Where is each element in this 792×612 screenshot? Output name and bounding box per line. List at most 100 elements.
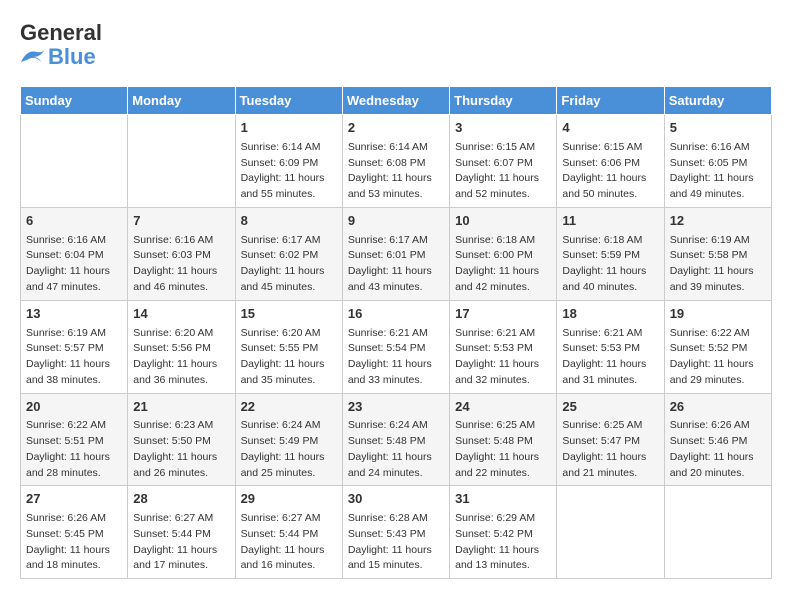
calendar-cell: 26Sunrise: 6:26 AM Sunset: 5:46 PM Dayli… xyxy=(664,393,771,486)
calendar-table: SundayMondayTuesdayWednesdayThursdayFrid… xyxy=(20,86,772,579)
calendar-cell: 14 Sunrise: 6:20 AM Sunset: 5:56 PM Dayli… xyxy=(128,300,235,393)
weekday-header: Wednesday xyxy=(342,87,449,115)
day-number: 5 xyxy=(670,119,766,138)
day-number: 28 xyxy=(133,490,229,509)
calendar-cell: 30Sunrise: 6:28 AM Sunset: 5:43 PM Dayli… xyxy=(342,486,449,579)
calendar-header-row: SundayMondayTuesdayWednesdayThursdayFrid… xyxy=(21,87,772,115)
day-number: 21 xyxy=(133,398,229,417)
day-number: 8 xyxy=(241,212,337,231)
day-info: Sunrise: 6:21 AM Sunset: 5:53 PM Dayligh… xyxy=(562,326,658,389)
day-info: Sunrise: 6:15 AM Sunset: 6:06 PM Dayligh… xyxy=(562,140,658,203)
day-number: 12 xyxy=(670,212,766,231)
calendar-cell xyxy=(664,486,771,579)
day-info: Sunrise: 6:21 AM Sunset: 5:54 PM Dayligh… xyxy=(348,326,444,389)
day-info: Sunrise: 6:27 AM Sunset: 5:44 PM Dayligh… xyxy=(241,511,337,574)
calendar-cell: 3Sunrise: 6:15 AM Sunset: 6:07 PM Daylig… xyxy=(450,115,557,208)
day-info: Sunrise: 6:29 AM Sunset: 5:42 PM Dayligh… xyxy=(455,511,551,574)
day-info: Sunrise: 6:26 AM Sunset: 5:45 PM Dayligh… xyxy=(26,511,122,574)
calendar-cell: 4Sunrise: 6:15 AM Sunset: 6:06 PM Daylig… xyxy=(557,115,664,208)
day-info: Sunrise: 6:26 AM Sunset: 5:46 PM Dayligh… xyxy=(670,418,766,481)
weekday-header: Tuesday xyxy=(235,87,342,115)
day-info: Sunrise: 6:14 AM Sunset: 6:08 PM Dayligh… xyxy=(348,140,444,203)
calendar-week-row: 13 Sunrise: 6:19 AM Sunset: 5:57 PM Dayli… xyxy=(21,300,772,393)
day-info: Sunrise: 6:16 AM Sunset: 6:04 PM Dayligh… xyxy=(26,233,122,296)
day-number: 10 xyxy=(455,212,551,231)
day-info: Sunrise: 6:19 AM Sunset: 5:58 PM Dayligh… xyxy=(670,233,766,296)
calendar-cell: 5 Sunrise: 6:16 AM Sunset: 6:05 PM Daylig… xyxy=(664,115,771,208)
calendar-cell xyxy=(128,115,235,208)
day-info: Sunrise: 6:19 AM Sunset: 5:57 PM Dayligh… xyxy=(26,326,122,389)
day-info: Sunrise: 6:16 AM Sunset: 6:05 PM Dayligh… xyxy=(670,140,766,203)
day-number: 19 xyxy=(670,305,766,324)
calendar-cell: 25Sunrise: 6:25 AM Sunset: 5:47 PM Dayli… xyxy=(557,393,664,486)
calendar-cell: 24Sunrise: 6:25 AM Sunset: 5:48 PM Dayli… xyxy=(450,393,557,486)
day-number: 14 xyxy=(133,305,229,324)
bird-icon xyxy=(20,48,46,66)
day-info: Sunrise: 6:17 AM Sunset: 6:01 PM Dayligh… xyxy=(348,233,444,296)
calendar-cell: 8 Sunrise: 6:17 AM Sunset: 6:02 PM Daylig… xyxy=(235,207,342,300)
day-number: 25 xyxy=(562,398,658,417)
calendar-cell: 22Sunrise: 6:24 AM Sunset: 5:49 PM Dayli… xyxy=(235,393,342,486)
weekday-header: Sunday xyxy=(21,87,128,115)
day-info: Sunrise: 6:21 AM Sunset: 5:53 PM Dayligh… xyxy=(455,326,551,389)
day-number: 15 xyxy=(241,305,337,324)
calendar-week-row: 1 Sunrise: 6:14 AM Sunset: 6:09 PM Daylig… xyxy=(21,115,772,208)
calendar-cell: 21Sunrise: 6:23 AM Sunset: 5:50 PM Dayli… xyxy=(128,393,235,486)
calendar-cell: 17 Sunrise: 6:21 AM Sunset: 5:53 PM Dayli… xyxy=(450,300,557,393)
weekday-header: Friday xyxy=(557,87,664,115)
calendar-cell: 28Sunrise: 6:27 AM Sunset: 5:44 PM Dayli… xyxy=(128,486,235,579)
day-number: 2 xyxy=(348,119,444,138)
calendar-week-row: 20Sunrise: 6:22 AM Sunset: 5:51 PM Dayli… xyxy=(21,393,772,486)
day-info: Sunrise: 6:18 AM Sunset: 6:00 PM Dayligh… xyxy=(455,233,551,296)
day-number: 9 xyxy=(348,212,444,231)
day-info: Sunrise: 6:23 AM Sunset: 5:50 PM Dayligh… xyxy=(133,418,229,481)
logo-blue-text: Blue xyxy=(48,44,96,70)
calendar-cell: 27 Sunrise: 6:26 AM Sunset: 5:45 PM Dayli… xyxy=(21,486,128,579)
day-info: Sunrise: 6:14 AM Sunset: 6:09 PM Dayligh… xyxy=(241,140,337,203)
day-number: 27 xyxy=(26,490,122,509)
day-number: 11 xyxy=(562,212,658,231)
day-number: 29 xyxy=(241,490,337,509)
calendar-cell: 11 Sunrise: 6:18 AM Sunset: 5:59 PM Dayli… xyxy=(557,207,664,300)
day-number: 16 xyxy=(348,305,444,324)
calendar-cell: 2 Sunrise: 6:14 AM Sunset: 6:08 PM Daylig… xyxy=(342,115,449,208)
calendar-cell: 18Sunrise: 6:21 AM Sunset: 5:53 PM Dayli… xyxy=(557,300,664,393)
day-info: Sunrise: 6:24 AM Sunset: 5:48 PM Dayligh… xyxy=(348,418,444,481)
calendar-cell: 1 Sunrise: 6:14 AM Sunset: 6:09 PM Daylig… xyxy=(235,115,342,208)
day-info: Sunrise: 6:15 AM Sunset: 6:07 PM Dayligh… xyxy=(455,140,551,203)
weekday-header: Monday xyxy=(128,87,235,115)
day-number: 23 xyxy=(348,398,444,417)
calendar-cell: 9 Sunrise: 6:17 AM Sunset: 6:01 PM Daylig… xyxy=(342,207,449,300)
logo: General Blue xyxy=(20,20,102,70)
calendar-week-row: 6 Sunrise: 6:16 AM Sunset: 6:04 PM Daylig… xyxy=(21,207,772,300)
day-number: 7 xyxy=(133,212,229,231)
day-number: 13 xyxy=(26,305,122,324)
day-info: Sunrise: 6:22 AM Sunset: 5:52 PM Dayligh… xyxy=(670,326,766,389)
day-info: Sunrise: 6:20 AM Sunset: 5:56 PM Dayligh… xyxy=(133,326,229,389)
day-number: 24 xyxy=(455,398,551,417)
day-number: 17 xyxy=(455,305,551,324)
calendar-cell: 15 Sunrise: 6:20 AM Sunset: 5:55 PM Dayli… xyxy=(235,300,342,393)
page-header: General Blue xyxy=(20,20,772,70)
calendar-cell xyxy=(21,115,128,208)
day-info: Sunrise: 6:18 AM Sunset: 5:59 PM Dayligh… xyxy=(562,233,658,296)
calendar-cell: 10 Sunrise: 6:18 AM Sunset: 6:00 PM Dayli… xyxy=(450,207,557,300)
day-info: Sunrise: 6:24 AM Sunset: 5:49 PM Dayligh… xyxy=(241,418,337,481)
calendar-cell: 13 Sunrise: 6:19 AM Sunset: 5:57 PM Dayli… xyxy=(21,300,128,393)
day-number: 1 xyxy=(241,119,337,138)
day-number: 31 xyxy=(455,490,551,509)
calendar-cell: 19 Sunrise: 6:22 AM Sunset: 5:52 PM Dayli… xyxy=(664,300,771,393)
day-info: Sunrise: 6:25 AM Sunset: 5:48 PM Dayligh… xyxy=(455,418,551,481)
calendar-cell: 6 Sunrise: 6:16 AM Sunset: 6:04 PM Daylig… xyxy=(21,207,128,300)
day-number: 20 xyxy=(26,398,122,417)
day-info: Sunrise: 6:28 AM Sunset: 5:43 PM Dayligh… xyxy=(348,511,444,574)
calendar-cell: 12 Sunrise: 6:19 AM Sunset: 5:58 PM Dayli… xyxy=(664,207,771,300)
weekday-header: Thursday xyxy=(450,87,557,115)
day-info: Sunrise: 6:17 AM Sunset: 6:02 PM Dayligh… xyxy=(241,233,337,296)
day-number: 6 xyxy=(26,212,122,231)
calendar-cell: 7Sunrise: 6:16 AM Sunset: 6:03 PM Daylig… xyxy=(128,207,235,300)
calendar-cell: 16 Sunrise: 6:21 AM Sunset: 5:54 PM Dayli… xyxy=(342,300,449,393)
day-number: 22 xyxy=(241,398,337,417)
calendar-cell: 29 Sunrise: 6:27 AM Sunset: 5:44 PM Dayli… xyxy=(235,486,342,579)
day-info: Sunrise: 6:20 AM Sunset: 5:55 PM Dayligh… xyxy=(241,326,337,389)
